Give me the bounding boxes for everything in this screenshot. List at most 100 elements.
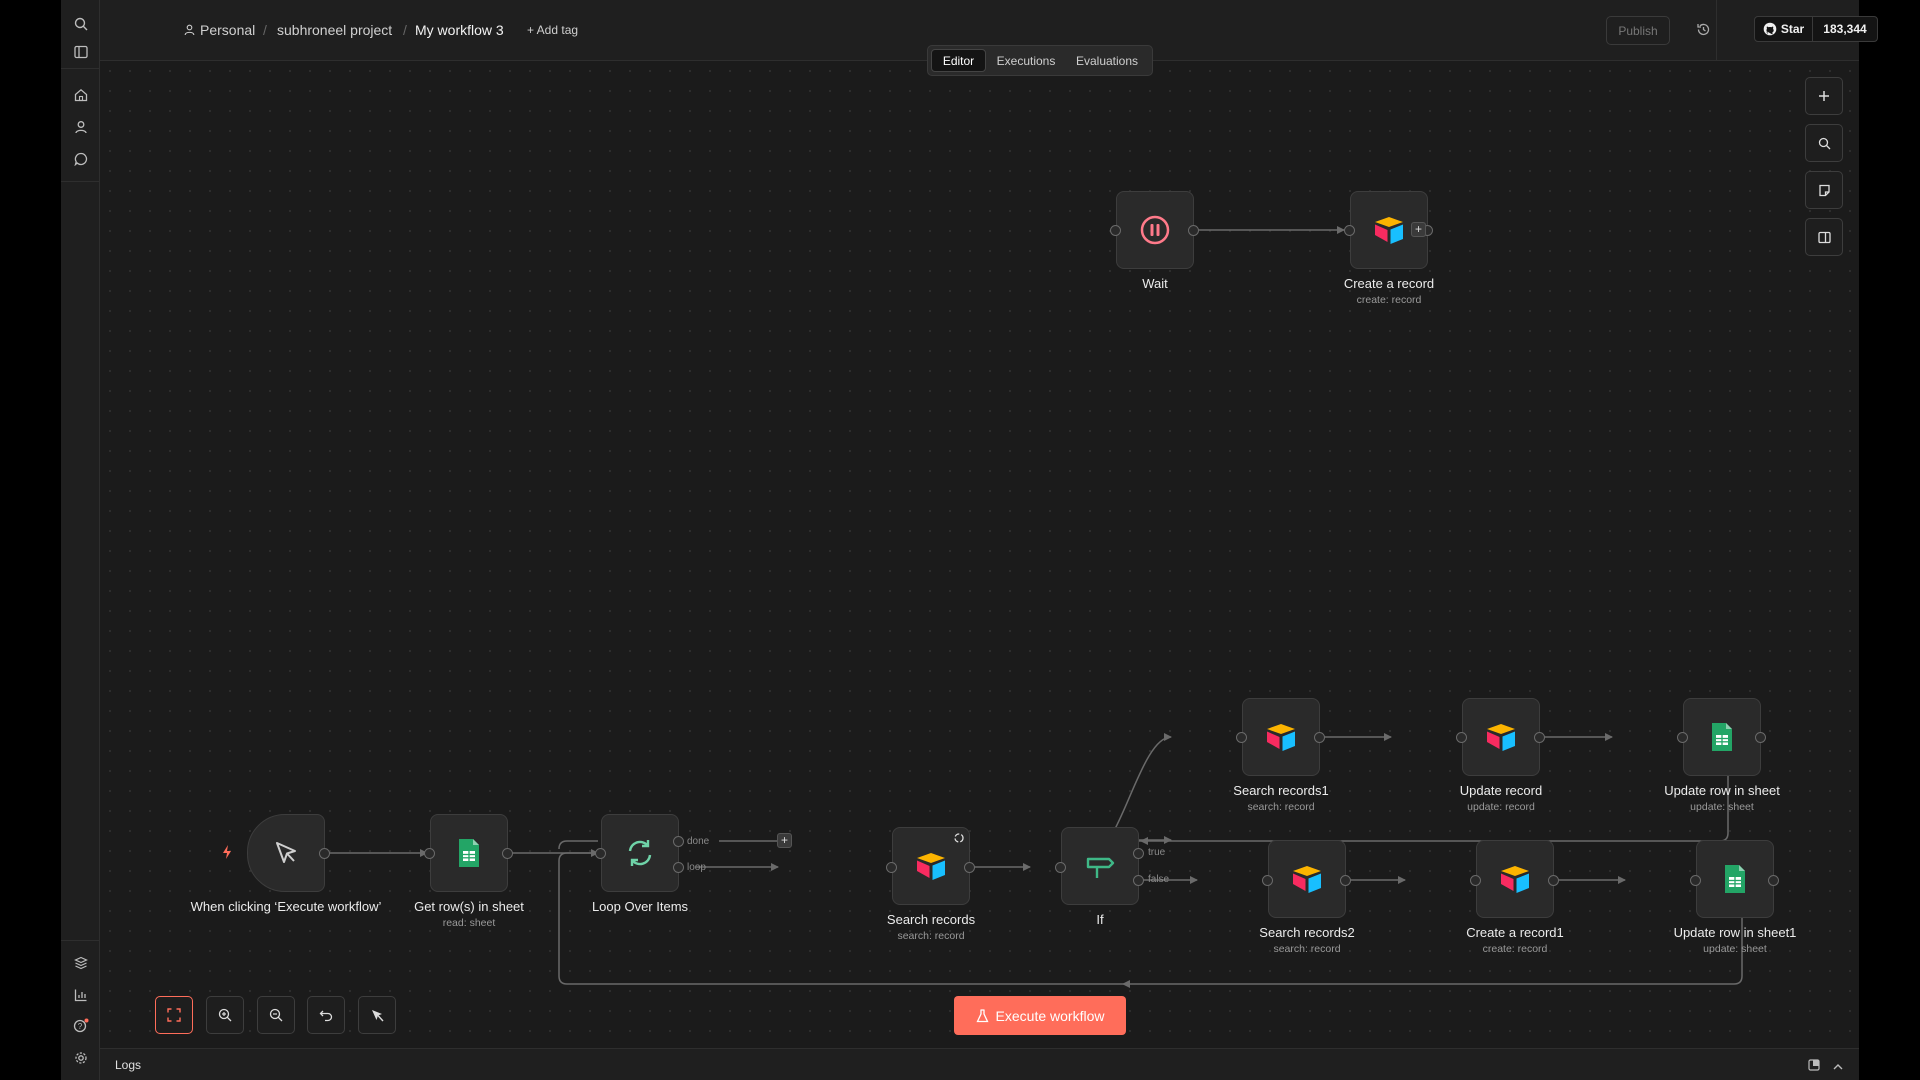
search-nodes-button[interactable]: [1805, 124, 1843, 162]
workflow-name[interactable]: My workflow 3: [415, 22, 504, 38]
sticky-note-button[interactable]: [1805, 171, 1843, 209]
view-tabs: Editor Executions Evaluations: [927, 45, 1153, 76]
update-row1-subtitle: update: sheet: [1703, 943, 1767, 955]
search-records1-input-port[interactable]: [1236, 732, 1247, 743]
refresh-icon: [628, 840, 652, 866]
add-node-panel-button[interactable]: [1805, 77, 1843, 115]
create-record-subtitle: create: record: [1356, 294, 1422, 306]
wait-node[interactable]: [1116, 191, 1194, 269]
search-records-output-port[interactable]: [964, 862, 975, 873]
loop-input-port[interactable]: [595, 848, 606, 859]
tab-evaluations[interactable]: Evaluations: [1065, 49, 1149, 72]
user-icon[interactable]: [69, 115, 92, 138]
if-false-port[interactable]: [1133, 875, 1144, 886]
wait-input-port[interactable]: [1110, 225, 1121, 236]
panel-right-icon: [1817, 231, 1831, 243]
settings-icon[interactable]: [69, 1046, 92, 1069]
update-row-input-port[interactable]: [1677, 732, 1688, 743]
zoom-out-button[interactable]: [257, 996, 295, 1034]
update-record-output-port[interactable]: [1534, 732, 1545, 743]
breadcrumb-owner[interactable]: Personal: [200, 22, 255, 38]
left-sidebar: ?: [61, 0, 100, 1080]
github-icon: [1763, 22, 1777, 36]
google-sheets-icon: [1725, 865, 1745, 893]
search-records-input-port[interactable]: [886, 862, 897, 873]
workflow-canvas[interactable]: Wait + Create a record create: record Wh…: [100, 61, 1859, 1048]
home-icon[interactable]: [69, 83, 92, 106]
chat-icon[interactable]: [69, 147, 92, 170]
update-row1-output-port[interactable]: [1768, 875, 1779, 886]
signpost-icon: [1086, 857, 1115, 878]
search-records1-output-port[interactable]: [1314, 732, 1325, 743]
sync-badge-icon: [953, 831, 965, 849]
execute-workflow-button[interactable]: Execute workflow: [954, 996, 1126, 1035]
if-node[interactable]: [1061, 827, 1139, 905]
breadcrumb-project[interactable]: subhroneel project: [277, 22, 392, 38]
if-true-port[interactable]: [1133, 848, 1144, 859]
airtable-icon: [1501, 866, 1529, 893]
create-record1-output-port[interactable]: [1548, 875, 1559, 886]
add-node-button[interactable]: +: [1411, 222, 1426, 237]
tab-executions[interactable]: Executions: [990, 49, 1062, 72]
publish-label: Publish: [1618, 23, 1658, 38]
github-star-button[interactable]: Star 183,344: [1754, 16, 1878, 42]
get-rows-input-port[interactable]: [424, 848, 435, 859]
search-records2-input-port[interactable]: [1262, 875, 1273, 886]
search-icon[interactable]: [69, 12, 92, 35]
add-tag-button[interactable]: + Add tag: [527, 23, 578, 37]
create-record1-node[interactable]: [1476, 840, 1554, 918]
update-row-node[interactable]: [1683, 698, 1761, 776]
edge-label-done: done: [687, 836, 710, 847]
chevron-up-icon[interactable]: [1832, 1059, 1844, 1077]
search-records2-output-port[interactable]: [1340, 875, 1351, 886]
loop-loop-port[interactable]: [673, 862, 684, 873]
airtable-icon: [1267, 724, 1295, 751]
tab-editor[interactable]: Editor: [931, 49, 986, 72]
update-row1-node[interactable]: [1696, 840, 1774, 918]
search-records1-node[interactable]: [1242, 698, 1320, 776]
insights-icon[interactable]: [69, 983, 92, 1006]
github-star-label: Star: [1780, 22, 1805, 36]
wait-label: Wait: [1142, 276, 1168, 291]
airtable-icon: [1487, 724, 1515, 751]
zoom-in-button[interactable]: [206, 996, 244, 1034]
search-records-subtitle: search: record: [897, 930, 965, 942]
history-icon[interactable]: [1696, 22, 1711, 42]
if-input-port[interactable]: [1055, 862, 1066, 873]
update-row-label: Update row in sheet: [1664, 783, 1780, 798]
add-node-button[interactable]: +: [777, 833, 792, 848]
note-icon: [1818, 184, 1830, 196]
app-frame: ? Personal / subhroneel project / My wor…: [61, 0, 1878, 1080]
logs-label: Logs: [115, 1058, 142, 1072]
help-icon[interactable]: ?: [69, 1014, 92, 1037]
create-record1-input-port[interactable]: [1470, 875, 1481, 886]
github-star: Star: [1755, 17, 1813, 41]
create-record1-label: Create a record1: [1466, 925, 1564, 940]
update-row-output-port[interactable]: [1755, 732, 1766, 743]
update-record-node[interactable]: [1462, 698, 1540, 776]
trigger-output-port[interactable]: [319, 848, 330, 859]
undo-button[interactable]: [307, 996, 345, 1034]
edge-label-false: false: [1148, 874, 1170, 885]
loop-done-port[interactable]: [673, 836, 684, 847]
loop-node[interactable]: [601, 814, 679, 892]
update-record-input-port[interactable]: [1456, 732, 1467, 743]
templates-icon[interactable]: [69, 951, 92, 974]
logs-panel-bar[interactable]: Logs: [100, 1048, 1859, 1080]
wait-output-port[interactable]: [1188, 225, 1199, 236]
get-rows-output-port[interactable]: [502, 848, 513, 859]
update-row1-label: Update row in sheet1: [1673, 925, 1797, 940]
update-row1-input-port[interactable]: [1690, 875, 1701, 886]
create-record-input-port[interactable]: [1344, 225, 1355, 236]
toggle-panel-button[interactable]: [1805, 218, 1843, 256]
fit-view-button[interactable]: [155, 996, 193, 1034]
popout-icon[interactable]: [1808, 1058, 1820, 1076]
tidy-up-button[interactable]: [358, 996, 396, 1034]
search-records2-node[interactable]: [1268, 840, 1346, 918]
breadcrumb-separator: /: [263, 22, 267, 38]
manual-trigger-node[interactable]: [247, 814, 325, 892]
publish-button[interactable]: Publish: [1606, 16, 1670, 45]
get-rows-node[interactable]: [430, 814, 508, 892]
airtable-icon: [1293, 866, 1321, 893]
panel-toggle-icon[interactable]: [69, 40, 92, 63]
